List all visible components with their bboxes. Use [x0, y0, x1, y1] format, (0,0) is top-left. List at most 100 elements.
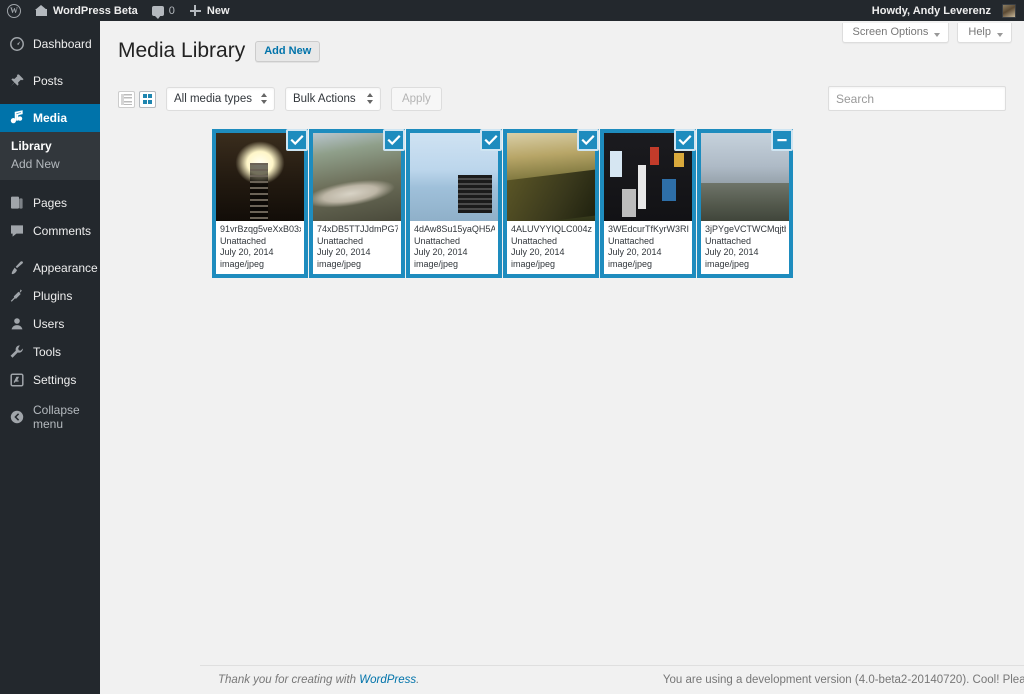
sidebar-spacer-2 [0, 95, 100, 104]
sidebar-top-spacer [0, 21, 100, 30]
bulk-actions-select[interactable]: Bulk Actions [285, 87, 381, 111]
avatar [1002, 4, 1016, 18]
admin-footer: Thank you for creating with WordPress. Y… [200, 665, 1024, 694]
site-name-menu[interactable]: WordPress Beta [28, 0, 145, 21]
admin-bar-left: WordPress Beta 0 New [0, 0, 237, 21]
sidebar-collapse-menu[interactable]: Collapse menu [0, 403, 100, 431]
media-date: July 20, 2014 [608, 247, 689, 259]
help-button[interactable]: Help [957, 23, 1012, 43]
collapse-menu-label: Collapse menu [33, 403, 100, 431]
sidebar-item-label: Settings [33, 373, 76, 387]
submenu-item-add-new[interactable]: Add New [0, 155, 100, 173]
media-submenu: Library Add New [0, 132, 100, 180]
settings-icon [9, 372, 25, 388]
wordpress-logo-menu[interactable] [0, 0, 28, 21]
dashboard-icon [9, 36, 25, 52]
list-view-icon[interactable] [118, 91, 135, 108]
apply-button[interactable]: Apply [391, 87, 442, 111]
media-grid-frame: 91vrBzqg5veXxB03x... Unattached July 20,… [212, 129, 1012, 278]
media-filename: 91vrBzqg5veXxB03x... [220, 224, 301, 236]
media-mime-type: image/jpeg [220, 259, 301, 271]
pin-icon [9, 73, 25, 89]
media-type-filter-select[interactable]: All media types [166, 87, 275, 111]
media-filename: 3WEdcurTfKyrW3RIT... [608, 224, 689, 236]
bulk-actions-value: Bulk Actions [293, 93, 356, 105]
view-switch [118, 91, 156, 108]
sidebar-item-label: Users [33, 317, 64, 331]
sidebar-item-tools[interactable]: Tools [0, 338, 100, 366]
footer-thanks-suffix: . [416, 674, 419, 686]
media-item[interactable]: 91vrBzqg5veXxB03x... Unattached July 20,… [212, 129, 308, 278]
sidebar-item-label: Dashboard [33, 37, 92, 51]
media-item[interactable]: 3WEdcurTfKyrW3RIT... Unattached July 20,… [600, 129, 696, 278]
media-icon [9, 110, 25, 126]
check-icon[interactable] [577, 129, 599, 151]
sidebar-item-appearance[interactable]: Appearance [0, 254, 100, 282]
media-attachment-status: Unattached [511, 236, 592, 248]
check-icon[interactable] [383, 129, 405, 151]
media-filename: 74xDB5TTJJdmPG76... [317, 224, 398, 236]
tools-icon [9, 344, 25, 360]
sidebar-item-label: Media [33, 111, 67, 125]
media-type-filter-value: All media types [174, 93, 252, 105]
admin-sidebar: Dashboard Posts Media Library Add New P [0, 21, 100, 694]
submenu-item-library[interactable]: Library [0, 137, 100, 155]
sidebar-item-dashboard[interactable]: Dashboard [0, 30, 100, 58]
footer-version-text: You are using a development version (4.0… [663, 674, 1024, 686]
media-toolbar: All media types Bulk Actions Apply Searc… [118, 83, 1006, 115]
sidebar-item-label: Plugins [33, 289, 72, 303]
media-item[interactable]: 3jPYgeVCTWCMqjtb... Unattached July 20, … [697, 129, 793, 278]
sidebar-item-label: Appearance [33, 261, 98, 275]
media-meta: 3jPYgeVCTWCMqjtb... Unattached July 20, … [701, 221, 789, 274]
sidebar-item-label: Pages [33, 196, 67, 210]
media-attachment-status: Unattached [220, 236, 301, 248]
screen-options-button[interactable]: Screen Options [842, 23, 950, 43]
add-new-button[interactable]: Add New [255, 41, 320, 62]
media-item[interactable]: 4ALUVYYIQLC004zk... Unattached July 20, … [503, 129, 599, 278]
media-attachment-status: Unattached [317, 236, 398, 248]
footer-version: You are using a development version (4.0… [663, 674, 1024, 686]
grid-view-icon[interactable] [139, 91, 156, 108]
comments-count: 0 [169, 5, 175, 17]
media-attachment-status: Unattached [608, 236, 689, 248]
wordpress-admin-screen: WordPress Beta 0 New Howdy, Andy Leveren… [0, 0, 1024, 694]
media-meta: 91vrBzqg5veXxB03x... Unattached July 20,… [216, 221, 304, 274]
sidebar-item-label: Tools [33, 345, 61, 359]
howdy-label: Howdy, Andy Leverenz [872, 5, 997, 17]
sidebar-item-posts[interactable]: Posts [0, 67, 100, 95]
admin-content: Screen Options Help Media Library Add Ne… [100, 21, 1024, 694]
media-mime-type: image/jpeg [317, 259, 398, 271]
media-meta: 4dAw8Su15yaQH5A... Unattached July 20, 2… [410, 221, 498, 274]
media-meta: 4ALUVYYIQLC004zk... Unattached July 20, … [507, 221, 595, 274]
check-icon[interactable] [480, 129, 502, 151]
media-item[interactable]: 74xDB5TTJJdmPG76... Unattached July 20, … [309, 129, 405, 278]
plus-icon [189, 4, 202, 17]
my-account-menu[interactable]: Howdy, Andy Leverenz [865, 0, 1018, 21]
media-item[interactable]: 4dAw8Su15yaQH5A... Unattached July 20, 2… [406, 129, 502, 278]
sidebar-item-users[interactable]: Users [0, 310, 100, 338]
sidebar-item-plugins[interactable]: Plugins [0, 282, 100, 310]
sidebar-spacer-5 [0, 394, 100, 403]
sidebar-item-label: Comments [33, 224, 91, 238]
check-icon[interactable] [674, 129, 696, 151]
media-date: July 20, 2014 [511, 247, 592, 259]
chevron-updown-icon [261, 93, 268, 107]
comments-menu[interactable]: 0 [145, 0, 182, 21]
media-mime-type: image/jpeg [511, 259, 592, 271]
sidebar-spacer-3 [0, 180, 100, 189]
media-mime-type: image/jpeg [705, 259, 786, 271]
footer-thanks-prefix: Thank you for creating with [218, 674, 359, 686]
search-input[interactable]: Search [828, 86, 1006, 111]
check-icon[interactable] [286, 129, 308, 151]
minus-icon[interactable] [771, 129, 793, 151]
sidebar-item-pages[interactable]: Pages [0, 189, 100, 217]
new-content-menu[interactable]: New [182, 0, 237, 21]
media-filename: 3jPYgeVCTWCMqjtb... [705, 224, 786, 236]
media-filename: 4dAw8Su15yaQH5A... [414, 224, 495, 236]
sidebar-item-media[interactable]: Media [0, 104, 100, 132]
site-name-label: WordPress Beta [53, 5, 138, 17]
screen-meta-links: Screen Options Help [842, 23, 1012, 43]
sidebar-item-settings[interactable]: Settings [0, 366, 100, 394]
wordpress-link[interactable]: WordPress [359, 674, 416, 686]
sidebar-item-comments[interactable]: Comments [0, 217, 100, 245]
